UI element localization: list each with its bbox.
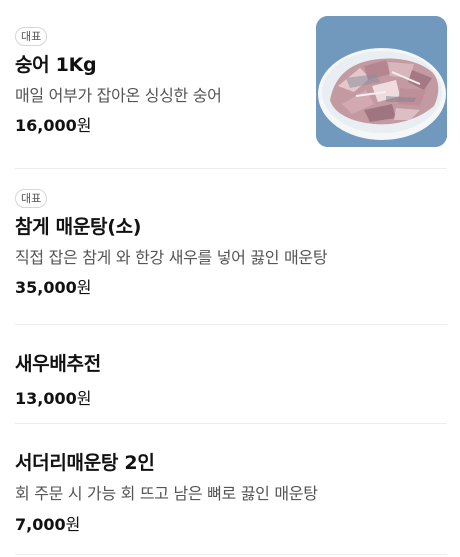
- menu-item-crab-stew[interactable]: 대표 참게 매운탕(소) 직접 잡은 참게 와 한강 새우를 넣어 끓인 매운탕…: [15, 169, 447, 325]
- price-value: 35,000: [15, 278, 77, 297]
- menu-item-name: 새우배추전: [15, 353, 101, 375]
- menu-list: 대표 숭어 1Kg 매일 어부가 잡아온 싱싱한 숭어 16,000원 대표 참…: [0, 0, 460, 555]
- menu-item-name: 참게 매운탕(소): [15, 216, 142, 238]
- price-currency: 원: [76, 116, 92, 135]
- menu-item-description: 직접 잡은 참게 와 한강 새우를 넣어 끓인 매운탕: [15, 248, 328, 267]
- sliced-fish-plate-image: [316, 16, 447, 147]
- price-currency: 원: [76, 278, 92, 297]
- menu-item-name: 서더리매운탕 2인: [15, 452, 155, 474]
- menu-item-price: 13,000원: [15, 389, 447, 409]
- menu-item-fish-bone-stew[interactable]: 서더리매운탕 2인 회 주문 시 가능 회 뜨고 남은 뼈로 끓인 매운탕 7,…: [15, 424, 447, 555]
- menu-item-price: 7,000원: [15, 515, 447, 535]
- signature-badge: 대표: [15, 27, 48, 46]
- menu-item-mullet[interactable]: 대표 숭어 1Kg 매일 어부가 잡아온 싱싱한 숭어 16,000원: [15, 0, 447, 169]
- price-value: 13,000: [15, 389, 77, 408]
- price-currency: 원: [76, 389, 92, 408]
- signature-badge: 대표: [15, 189, 48, 208]
- menu-item-description: 회 주문 시 가능 회 뜨고 남은 뼈로 끓인 매운탕: [15, 484, 318, 503]
- menu-item-price: 35,000원: [15, 278, 447, 298]
- price-currency: 원: [65, 515, 81, 534]
- price-value: 7,000: [15, 515, 66, 534]
- menu-item-photo[interactable]: [316, 16, 447, 147]
- price-value: 16,000: [15, 116, 77, 135]
- menu-item-shrimp-cabbage-pancake[interactable]: 새우배추전 13,000원: [15, 325, 447, 424]
